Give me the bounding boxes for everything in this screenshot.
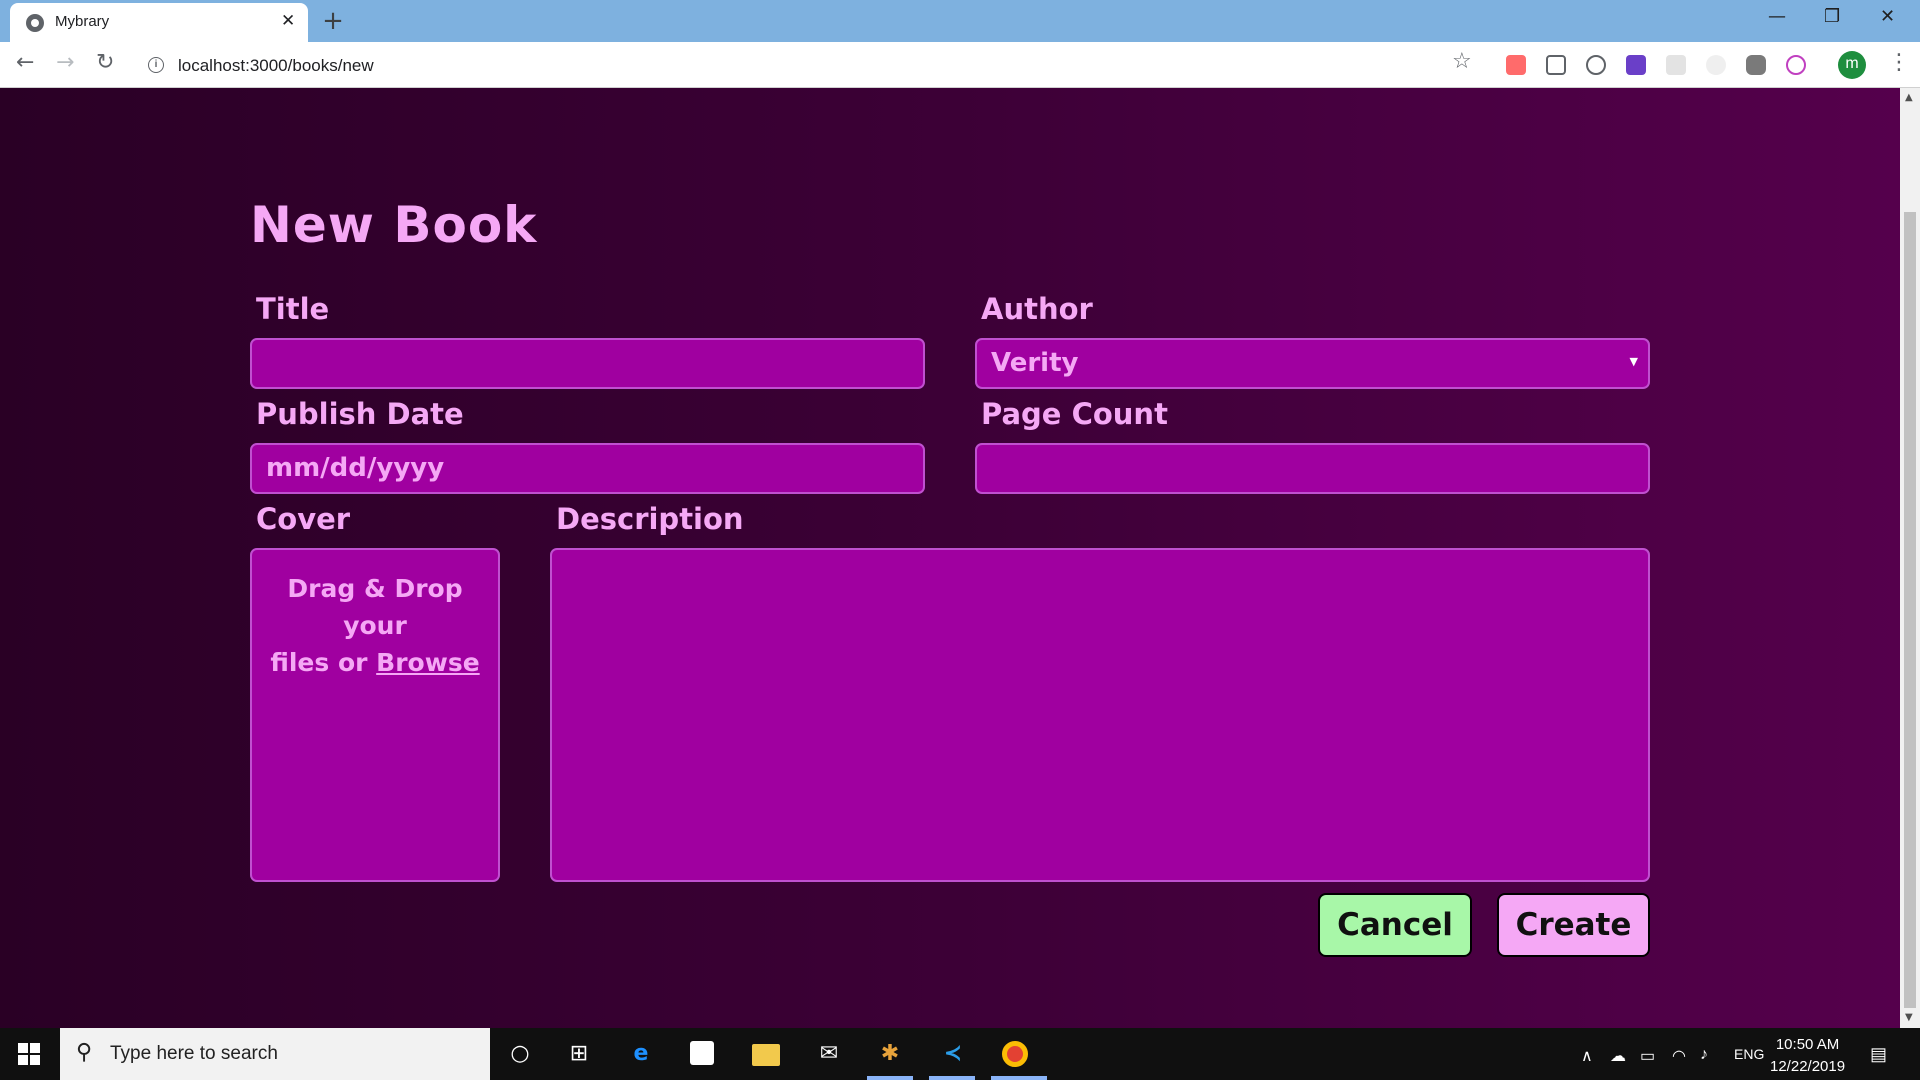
address-bar[interactable]: i localhost:3000/books/new	[138, 48, 1486, 82]
restore-window-button[interactable]: ❐	[1824, 6, 1840, 27]
site-info-icon[interactable]: i	[148, 57, 164, 73]
active-app-indicator	[867, 1076, 913, 1080]
battery-icon[interactable]: ▭	[1640, 1046, 1655, 1066]
file-explorer-icon[interactable]	[752, 1044, 780, 1066]
title-input[interactable]	[250, 338, 925, 389]
close-tab-icon[interactable]: ✕	[281, 11, 295, 31]
cancel-button[interactable]: Cancel	[1318, 893, 1472, 957]
title-label: Title	[256, 292, 330, 326]
author-select[interactable]: Verity ▼	[975, 338, 1650, 389]
store-icon[interactable]	[690, 1041, 714, 1065]
edge-browser-icon[interactable]: e	[628, 1041, 654, 1067]
close-window-button[interactable]: ✕	[1880, 6, 1895, 27]
back-button[interactable]: ←	[16, 50, 34, 75]
slack-icon[interactable]: ✱	[877, 1041, 903, 1067]
scrollbar-thumb[interactable]	[1904, 212, 1916, 1008]
onedrive-icon[interactable]: ☁	[1610, 1046, 1626, 1066]
author-label: Author	[981, 292, 1093, 326]
screenshot-extension-icon[interactable]	[1546, 55, 1566, 75]
active-app-indicator	[991, 1076, 1047, 1080]
taskbar-search-box[interactable]: ⚲ Type here to search	[60, 1028, 490, 1080]
puzzle-icon[interactable]	[1746, 55, 1766, 75]
description-label: Description	[556, 502, 744, 536]
minimize-window-button[interactable]: —	[1768, 6, 1786, 27]
windows-start-button[interactable]	[18, 1043, 40, 1065]
extension-icon[interactable]	[1586, 55, 1606, 75]
create-button[interactable]: Create	[1497, 893, 1650, 957]
search-icon: ⚲	[76, 1040, 93, 1065]
checkbox-extension-icon[interactable]	[1626, 55, 1646, 75]
vscode-icon[interactable]: ≺	[940, 1041, 966, 1067]
page-title: New Book	[250, 196, 538, 254]
profile-avatar[interactable]: m	[1838, 51, 1866, 79]
reload-button[interactable]: ↻	[96, 50, 114, 75]
new-tab-button[interactable]: +	[318, 7, 348, 37]
dropzone-text-line1: Drag & Drop your	[287, 574, 463, 640]
volume-icon[interactable]: ♪	[1700, 1046, 1708, 1064]
publish-date-label: Publish Date	[256, 397, 464, 431]
scroll-down-icon[interactable]: ▼	[1905, 1012, 1913, 1023]
task-view-icon[interactable]: ⊞	[566, 1041, 592, 1067]
system-clock[interactable]: 10:50 AM 12/22/2019	[1770, 1034, 1845, 1078]
windows-taskbar: ⚲ Type here to search ○ ⊞ e ✉ ✱ ≺ ∧ ☁ ▭ …	[0, 1028, 1920, 1080]
browser-tab-bar: Mybrary ✕ + — ❐ ✕	[0, 0, 1920, 42]
site-favicon-icon	[26, 14, 44, 32]
cover-label: Cover	[256, 502, 351, 536]
clock-time: 10:50 AM	[1775, 1036, 1840, 1053]
url-text: localhost:3000/books/new	[178, 56, 374, 75]
extension-icon[interactable]	[1506, 55, 1526, 75]
notifications-icon[interactable]: ▤	[1870, 1044, 1887, 1065]
browser-tab[interactable]: Mybrary ✕	[10, 3, 308, 42]
page-scrollbar[interactable]: ▲ ▼	[1900, 88, 1920, 1028]
search-placeholder: Type here to search	[110, 1043, 278, 1064]
tab-title: Mybrary	[55, 13, 110, 30]
chrome-icon[interactable]	[1002, 1041, 1028, 1067]
browser-menu-icon[interactable]: ⋮	[1888, 50, 1910, 75]
cover-dropzone[interactable]: Drag & Drop your files or Browse	[250, 548, 500, 882]
wifi-icon[interactable]: ◠	[1672, 1046, 1686, 1066]
browse-link[interactable]: Browse	[376, 648, 480, 677]
language-indicator[interactable]: ENG	[1734, 1046, 1764, 1062]
active-app-indicator	[929, 1076, 975, 1080]
clock-date: 12/22/2019	[1770, 1058, 1846, 1075]
chevron-down-icon: ▼	[1629, 355, 1638, 368]
scroll-up-icon[interactable]: ▲	[1905, 92, 1913, 103]
publish-date-input[interactable]: mm/dd/yyyy	[250, 443, 925, 494]
broadcast-icon[interactable]	[1786, 55, 1806, 75]
page-count-label: Page Count	[981, 397, 1168, 431]
dropzone-text-line2: files or	[270, 648, 377, 677]
extension-icon[interactable]	[1666, 55, 1686, 75]
page-content: New Book Title Author Verity ▼ Publish D…	[0, 88, 1900, 1028]
mail-icon[interactable]: ✉	[816, 1041, 842, 1067]
author-select-value: Verity	[991, 348, 1079, 378]
extension-icon[interactable]	[1706, 55, 1726, 75]
tray-overflow-icon[interactable]: ∧	[1581, 1046, 1593, 1066]
publish-date-placeholder: mm/dd/yyyy	[266, 453, 445, 483]
description-textarea[interactable]	[550, 548, 1650, 882]
dropzone-text: Drag & Drop your files or Browse	[252, 570, 498, 681]
bookmark-star-icon[interactable]: ☆	[1452, 49, 1472, 74]
cortana-icon[interactable]: ○	[507, 1041, 533, 1067]
page-count-input[interactable]	[975, 443, 1650, 494]
forward-button[interactable]: →	[56, 50, 74, 75]
